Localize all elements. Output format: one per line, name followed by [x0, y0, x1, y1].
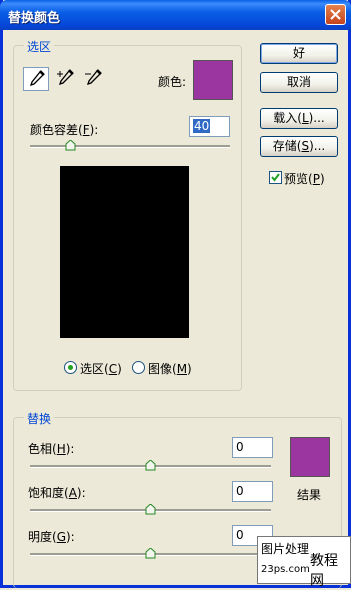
color-label: 颜色:	[158, 75, 187, 89]
selected-color-swatch[interactable]	[193, 60, 233, 100]
eyedropper-subtract-tool-button[interactable]	[81, 67, 107, 91]
load-button[interactable]: 载入(L)...	[260, 108, 338, 129]
preview-checkbox[interactable]	[269, 171, 282, 184]
hue-input[interactable]: 0	[232, 437, 273, 458]
fuzziness-slider-thumb[interactable]	[65, 140, 76, 151]
lightness-slider-thumb[interactable]	[145, 548, 156, 559]
title-bar[interactable]: 替换颜色	[0, 0, 351, 30]
preview-label[interactable]: 预览(P)	[284, 170, 325, 187]
eyedropper-add-tool-button[interactable]	[53, 67, 79, 91]
saturation-slider-thumb[interactable]	[145, 504, 156, 515]
result-color-swatch[interactable]	[290, 437, 330, 477]
saturation-label: 饱和度(A):	[28, 486, 86, 500]
hue-label: 色相(H):	[28, 442, 75, 456]
close-icon	[330, 9, 341, 20]
fuzziness-input[interactable]: 40	[189, 116, 230, 137]
watermark-line2: 教程网	[310, 553, 338, 589]
ok-button[interactable]: 好	[260, 43, 338, 64]
radio-image[interactable]	[132, 361, 145, 374]
radio-selection[interactable]	[64, 361, 77, 374]
checkmark-icon	[271, 173, 280, 182]
radio-image-label[interactable]: 图像(M)	[148, 360, 192, 377]
lightness-label: 明度(G):	[28, 530, 75, 544]
replacement-group-label: 替换	[24, 410, 55, 427]
close-button[interactable]	[325, 4, 346, 25]
saturation-input[interactable]: 0	[232, 481, 273, 502]
eyedropper-minus-icon	[85, 69, 102, 86]
fuzziness-slider-track[interactable]	[30, 145, 230, 148]
result-label: 结果	[297, 488, 322, 502]
fuzziness-label: 颜色容差(F):	[30, 123, 99, 137]
eyedropper-tool-button[interactable]	[23, 67, 49, 91]
eyedropper-plus-icon	[57, 69, 74, 86]
save-button[interactable]: 存储(S)...	[260, 136, 338, 157]
radio-selection-label[interactable]: 选区(C)	[80, 360, 122, 377]
fuzziness-value: 40	[193, 119, 211, 133]
cancel-button[interactable]: 取消	[260, 72, 338, 93]
watermark-line1: 图片处理	[261, 542, 310, 556]
watermark-line3: 23ps.com	[261, 564, 310, 575]
watermark: 图片处理 教程网 23ps.com	[257, 536, 351, 589]
selection-preview-image	[60, 166, 189, 338]
window-title: 替换颜色	[8, 11, 61, 26]
selection-group-label: 选区	[24, 38, 55, 55]
hue-slider-thumb[interactable]	[145, 460, 156, 471]
replace-color-dialog: 替换颜色 选区 颜色: 颜色容差(F): 40 选区(C) 图像(M) 好 取消…	[0, 0, 351, 589]
eyedropper-icon	[29, 70, 45, 87]
